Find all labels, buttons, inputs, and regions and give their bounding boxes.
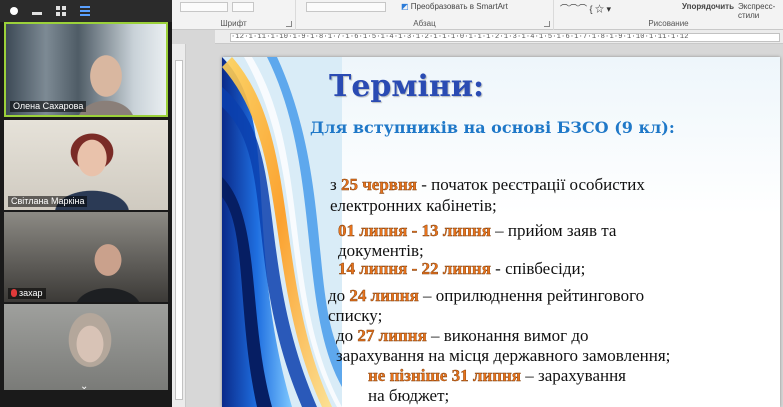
zoom-participants-panel: Олена Сахарова Світлана Маркіна захар ⌄ bbox=[0, 0, 172, 407]
highlighted-date: не пізніше 31 липня bbox=[368, 366, 521, 385]
participant-name: Світлана Маркіна bbox=[8, 196, 88, 207]
deadline-line: списку; bbox=[328, 306, 382, 326]
deadline-line: до 27 липня – виконання вимог до bbox=[336, 326, 588, 346]
line-text: електронних кабінетів; bbox=[330, 196, 497, 215]
ruler-scale: ·12·1·11·1·10·1·9·1·8·1·7·1·6·1·5·1·4·1·… bbox=[230, 33, 780, 42]
shapes-gallery[interactable]: ⌒⌒⌒ { ☆ ▾ bbox=[560, 2, 611, 15]
deadline-line: зарахування на місця державного замовлен… bbox=[336, 346, 670, 366]
line-text: – зарахування bbox=[520, 366, 627, 385]
paragraph-buttons[interactable] bbox=[306, 2, 386, 12]
line-text: з bbox=[330, 175, 341, 194]
font-name-box[interactable] bbox=[180, 2, 228, 12]
font-group: Шрифт bbox=[172, 0, 296, 30]
line-text: до bbox=[328, 286, 350, 305]
drawing-group-label: Рисование bbox=[648, 19, 689, 28]
deadline-line: до 24 липня – оприлюднення рейтингового bbox=[328, 286, 644, 306]
paragraph-dialog-launcher[interactable] bbox=[544, 21, 550, 27]
microphone-muted-icon bbox=[11, 289, 17, 297]
deadline-line: з 25 червня - початок реєстрації особист… bbox=[330, 175, 645, 195]
slide-subtitle: Для вступників на основі БЗСО (9 кл): bbox=[310, 118, 675, 137]
quick-styles-button[interactable]: Экспресс-стили bbox=[738, 2, 783, 20]
highlighted-date: 01 липня - 13 липня bbox=[338, 221, 491, 240]
slide-title: Терміни: bbox=[329, 69, 485, 104]
line-text: зарахування на місця державного замовлен… bbox=[336, 346, 671, 365]
deadline-line: 01 липня - 13 липня – прийом заяв та bbox=[338, 221, 617, 241]
highlighted-date: 25 червня bbox=[340, 175, 417, 194]
line-text: - початок реєстрації особистих bbox=[416, 175, 645, 194]
deadline-line: електронних кабінетів; bbox=[330, 196, 497, 216]
chevron-down-icon[interactable]: ⌄ bbox=[80, 382, 88, 392]
line-text: документів; bbox=[338, 241, 424, 260]
highlighted-date: 27 липня bbox=[357, 326, 427, 345]
line-text: - співбесіди; bbox=[490, 259, 586, 278]
smartart-button[interactable]: ◩ Преобразовать в SmartArt bbox=[401, 2, 508, 11]
speaker-view-icon[interactable] bbox=[80, 6, 90, 16]
line-text: до bbox=[336, 326, 358, 345]
paragraph-group-label: Абзац bbox=[413, 19, 436, 28]
participant-video-tile[interactable] bbox=[4, 304, 168, 390]
participant-video-tile[interactable]: Світлана Маркіна bbox=[4, 120, 168, 210]
smartart-icon: ◩ bbox=[401, 2, 411, 11]
smartart-label: Преобразовать в SmartArt bbox=[410, 2, 508, 11]
ribbon: Шрифт ◩ Преобразовать в SmartArt Абзац ⌒… bbox=[172, 0, 783, 30]
line-text: – виконання вимог до bbox=[426, 326, 589, 345]
line-text: – прийом заяв та bbox=[490, 221, 617, 240]
font-group-label: Шрифт bbox=[220, 19, 247, 28]
minimize-icon[interactable] bbox=[32, 12, 42, 15]
font-size-box[interactable] bbox=[232, 2, 254, 12]
highlighted-date: 14 липня - 22 липня bbox=[338, 259, 491, 278]
arrange-button[interactable]: Упорядочить bbox=[682, 2, 734, 11]
deadline-line: не пізніше 31 липня – зарахування bbox=[368, 366, 626, 386]
deadline-line: документів; bbox=[338, 241, 424, 261]
line-text: – оприлюднення рейтингового bbox=[418, 286, 645, 305]
zoom-panel-toolbar bbox=[0, 0, 172, 22]
paragraph-group: ◩ Преобразовать в SmartArt Абзац bbox=[296, 0, 554, 30]
deadline-line: на бюджет; bbox=[368, 386, 449, 406]
participant-name-badge: захар bbox=[8, 288, 46, 299]
vertical-ruler-scale bbox=[175, 60, 183, 400]
participant-video-tile[interactable]: захар bbox=[4, 212, 168, 302]
decorative-swirl-graphic bbox=[222, 57, 342, 407]
drawing-group: ⌒⌒⌒ { ☆ ▾ Упорядочить Экспресс-стили Рис… bbox=[554, 0, 783, 30]
participant-name: Олена Сахарова bbox=[10, 101, 87, 112]
presentation-slide[interactable]: Терміни: Для вступників на основі БЗСО (… bbox=[222, 57, 780, 407]
participant-name: захар bbox=[19, 288, 43, 298]
vertical-ruler bbox=[172, 44, 186, 407]
font-dialog-launcher[interactable] bbox=[286, 21, 292, 27]
participant-video-tile[interactable]: Олена Сахарова bbox=[4, 22, 168, 117]
gallery-view-icon[interactable] bbox=[56, 6, 66, 16]
horizontal-ruler: ·12·1·11·1·10·1·9·1·8·1·7·1·6·1·5·1·4·1·… bbox=[215, 30, 783, 44]
status-dot-icon bbox=[10, 7, 18, 15]
line-text: списку; bbox=[328, 306, 383, 325]
deadline-line: 14 липня - 22 липня - співбесіди; bbox=[338, 259, 586, 279]
highlighted-date: 24 липня bbox=[349, 286, 419, 305]
line-text: на бюджет; bbox=[368, 386, 450, 405]
